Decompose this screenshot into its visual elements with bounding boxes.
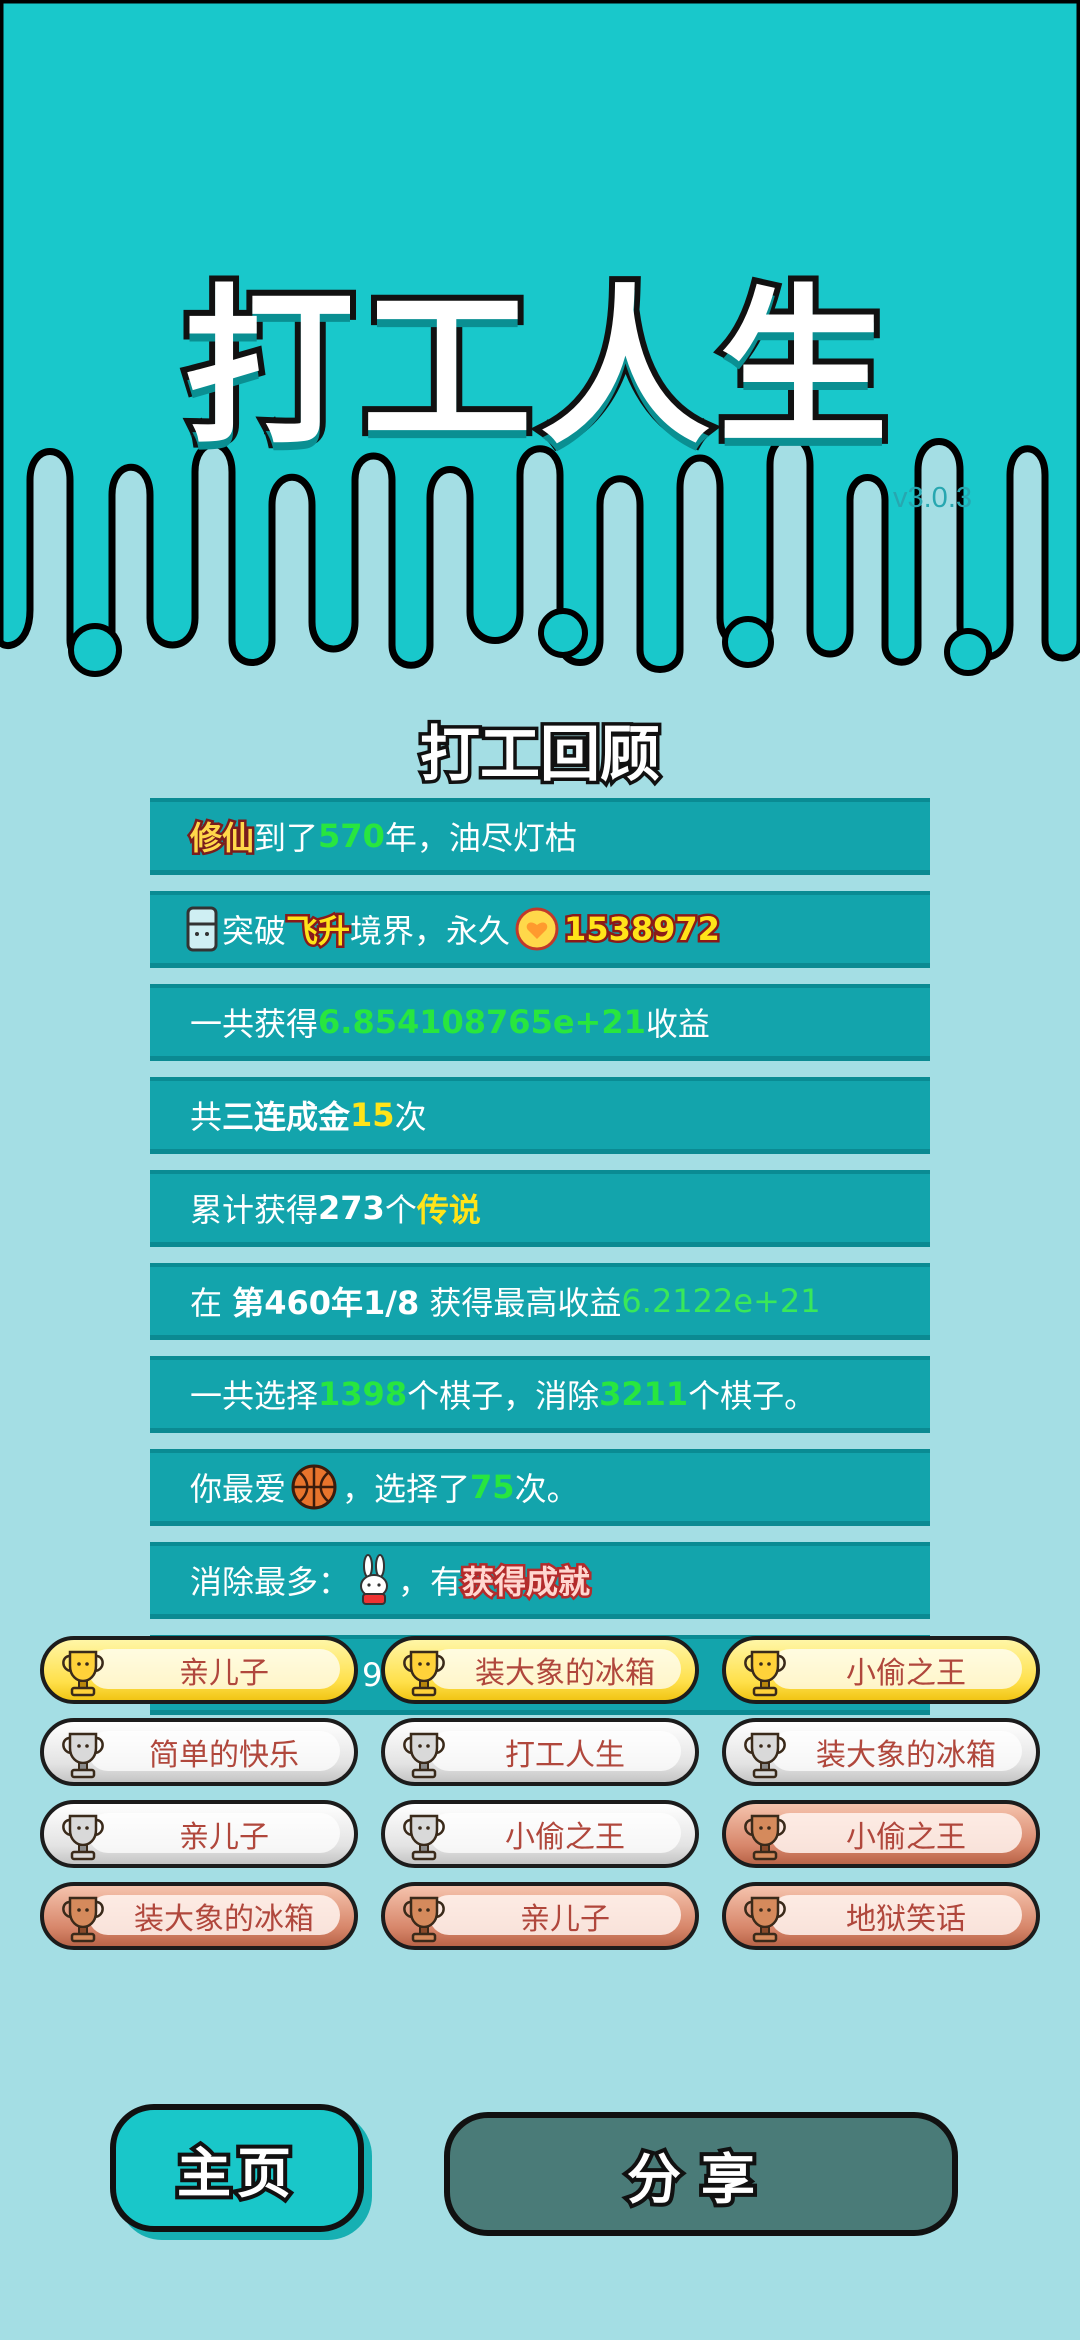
- stat-text: ，选择了: [342, 1470, 471, 1508]
- achievement-badge[interactable]: 小偷之王: [381, 1800, 699, 1868]
- stat-row-pieces: 一共选择 1398 个棋子，消除 3211 个棋子。: [150, 1356, 930, 1433]
- stat-text: 次: [394, 1098, 427, 1136]
- stat-text: 个: [384, 1191, 417, 1229]
- achievement-badge[interactable]: 亲儿子: [381, 1882, 699, 1950]
- stat-text: 收益: [645, 1005, 710, 1043]
- achievement-label: 获得成就: [460, 1561, 593, 1604]
- achievement-badge[interactable]: 地狱笑话: [722, 1882, 1040, 1950]
- stat-text: 一共获得: [190, 1005, 319, 1043]
- review-title: 打工回顾: [417, 717, 664, 794]
- stat-text: 在: [190, 1284, 223, 1322]
- achievement-label: 装大象的冰箱: [134, 1902, 314, 1937]
- permanent-value: 1538972: [562, 908, 723, 951]
- achievement-label: 简单的快乐: [149, 1738, 299, 1773]
- rabbit-icon: [360, 1554, 389, 1605]
- home-button[interactable]: 主页: [110, 2104, 364, 2232]
- achievement-badge[interactable]: 简单的快乐: [40, 1718, 358, 1786]
- stat-text: 年，油尽灯枯: [384, 819, 577, 857]
- stat-text: 消除最多：: [190, 1563, 351, 1601]
- fridge-icon: [186, 906, 218, 952]
- achievement-label: 装大象的冰箱: [475, 1656, 655, 1691]
- achievement-label: 打工人生: [505, 1738, 625, 1773]
- basketball-icon: [291, 1464, 337, 1510]
- stat-text: 共: [190, 1098, 223, 1136]
- achievement-label: 装大象的冰箱: [816, 1738, 996, 1773]
- achievement-label: 亲儿子: [179, 1820, 269, 1855]
- achievement-badge[interactable]: 亲儿子: [40, 1800, 358, 1868]
- chosen-count: 1398: [318, 1375, 408, 1413]
- stat-text: 个棋子。: [688, 1377, 817, 1415]
- triple-gold-count: 15: [350, 1096, 395, 1134]
- partial-text: 9: [362, 1655, 383, 1694]
- max-income-value: 6.2122e+21: [621, 1282, 821, 1320]
- achievement-label: 亲儿子: [520, 1902, 610, 1937]
- achievement-label: 地狱笑话: [846, 1902, 966, 1937]
- income-value: 6.854108765e+21: [318, 1003, 646, 1041]
- stat-row-max-income: 在 第460年1/8 获得最高收益 6.2122e+21: [150, 1263, 930, 1340]
- stat-text: ，有: [398, 1563, 463, 1601]
- stat-row-favorite: 你最爱 ，选择了 75 次。: [150, 1449, 930, 1526]
- stat-row-lifespan: 修仙 到了 570 年，油尽灯枯: [150, 798, 930, 875]
- share-button[interactable]: 分享: [444, 2112, 958, 2236]
- stat-text: 获得最高收益: [429, 1284, 622, 1322]
- stat-row-most-removed: 消除最多： ，有 获得成就: [150, 1542, 930, 1619]
- achievement-badge[interactable]: 亲儿子: [40, 1636, 358, 1704]
- heart-coin-icon: [515, 907, 559, 951]
- years-value: 570: [318, 817, 385, 855]
- stat-row-triple-gold: 共 三连成金 15 次: [150, 1077, 930, 1154]
- achievement-badge[interactable]: 小偷之王: [722, 1800, 1040, 1868]
- stat-text: 次。: [514, 1470, 579, 1508]
- achievement-label: 亲儿子: [179, 1656, 269, 1691]
- achievement-badge[interactable]: 装大象的冰箱: [381, 1636, 699, 1704]
- max-income-date: 第460年1/8: [232, 1284, 420, 1322]
- favorite-count: 75: [470, 1468, 515, 1506]
- stat-row-income: 一共获得 6.854108765e+21 收益: [150, 984, 930, 1061]
- stat-text: 到了: [254, 819, 319, 857]
- achievement-label: 小偷之王: [846, 1820, 966, 1855]
- legendary-count: 273: [318, 1189, 385, 1227]
- stat-text: 突破: [222, 912, 287, 950]
- stat-row-realm: 突破 飞升 境界，永久 1538972: [150, 891, 930, 968]
- achievement-badge[interactable]: 装大象的冰箱: [722, 1718, 1040, 1786]
- stat-text: 境界，永久: [350, 912, 511, 950]
- stat-text: 一共选择: [190, 1377, 319, 1415]
- stat-text: 你最爱: [190, 1470, 287, 1508]
- achievement-label: 小偷之王: [505, 1820, 625, 1855]
- app-title: 打工人生: [178, 264, 896, 474]
- stat-row-legendary: 累计获得 273 个 传说: [150, 1170, 930, 1247]
- legendary-label: 传说: [416, 1191, 481, 1229]
- triple-gold-label: 三连成金: [222, 1098, 351, 1136]
- achievement-badge[interactable]: 打工人生: [381, 1718, 699, 1786]
- stat-text: 累计获得: [190, 1191, 319, 1229]
- version-label: v3.0.3: [893, 482, 972, 514]
- removed-count: 3211: [599, 1375, 689, 1413]
- achievement-label: 小偷之王: [846, 1656, 966, 1691]
- realm-label: 飞升: [284, 910, 353, 953]
- achievement-badge[interactable]: 装大象的冰箱: [40, 1882, 358, 1950]
- cultivation-label: 修仙: [187, 817, 256, 860]
- achievement-badge[interactable]: 小偷之王: [722, 1636, 1040, 1704]
- stat-text: 个棋子，消除: [407, 1377, 600, 1415]
